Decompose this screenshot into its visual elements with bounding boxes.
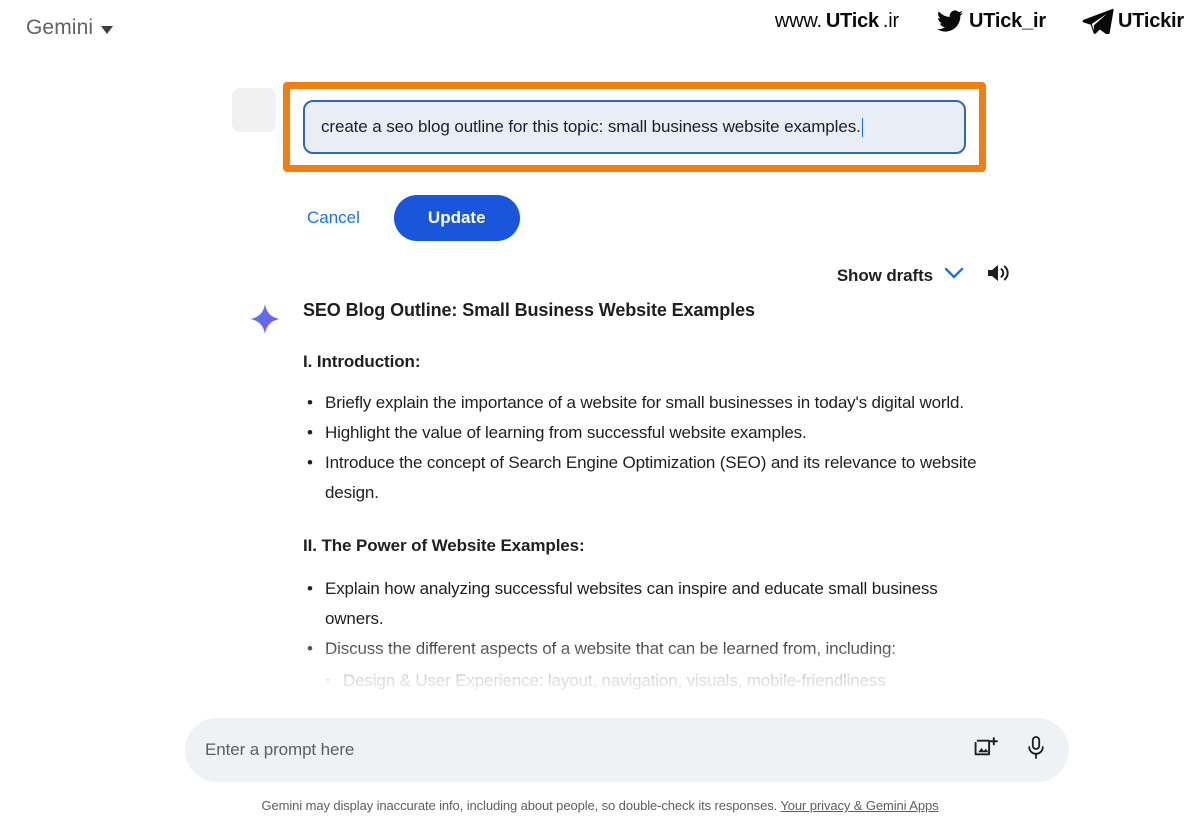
response-area: SEO Blog Outline: Small Business Website… [0,296,1200,716]
update-button[interactable]: Update [393,195,520,241]
microphone-icon [1025,735,1047,766]
add-image-icon [974,735,999,765]
model-name-label: Gemini [26,16,94,39]
prompt-input-placeholder: Enter a prompt here [205,740,355,759]
watermark-website: www. UTick .ir [775,10,899,33]
sparkle-icon [250,304,280,339]
text-cursor [861,117,864,137]
response-content: SEO Blog Outline: Small Business Website… [303,296,983,696]
user-avatar [232,88,276,132]
gemini-chat-page: Gemini www. UTick .ir UTick_ir UTickir c… [0,0,1200,827]
speaker-icon [986,262,1012,289]
app-header: Gemini www. UTick .ir UTick_ir UTickir [0,0,1200,56]
watermark-telegram: UTickir [1082,8,1184,34]
list-item: Introduce the concept of Search Engine O… [307,448,983,508]
prompt-input-bar[interactable]: Enter a prompt here [185,718,1069,782]
edit-prompt-value: create a seo blog outline for this topic… [321,117,861,136]
twitter-bird-icon [935,8,965,34]
chevron-down-icon [944,267,964,285]
model-switcher[interactable]: Gemini [26,16,114,40]
response-title: SEO Blog Outline: Small Business Website… [303,300,755,320]
edit-prompt-actions: Cancel Update [303,195,520,241]
watermark-telegram-handle: UTickir [1117,9,1184,32]
read-aloud-button[interactable] [986,262,1012,289]
cancel-button[interactable]: Cancel [303,200,364,236]
watermark-twitter: UTick_ir [935,8,1046,34]
prompt-bar-icons [974,735,1047,766]
watermark-twitter-handle: UTick_ir [968,9,1046,32]
telegram-plane-icon [1082,8,1114,34]
show-drafts-label: Show drafts [836,265,933,285]
watermark-website-suffix: .ir [882,9,899,32]
show-drafts-toggle[interactable]: Show drafts [837,266,964,286]
add-image-button[interactable] [974,735,999,765]
drafts-row: Show drafts [837,262,1012,289]
list-item: Design & User Experience: layout, naviga… [325,666,983,696]
disclaimer-text: Gemini may display inaccurate info, incl… [261,798,778,813]
chevron-down-icon [101,25,114,34]
list-item: Highlight the value of learning from suc… [307,418,983,448]
privacy-link[interactable]: Your privacy & Gemini Apps [780,798,938,813]
section-1-bullets: Briefly explain the importance of a webs… [303,388,983,508]
section-heading-1: I. Introduction: [303,352,421,371]
list-item: Explain how analyzing successful website… [307,574,983,634]
watermark-website-prefix: www. [774,9,822,32]
section-heading-2: II. The Power of Website Examples: [303,536,585,555]
section-2-nested-bullets: Design & User Experience: layout, naviga… [303,666,983,696]
watermark-website-brand: UTick [825,9,879,32]
watermark-overlay: www. UTick .ir UTick_ir UTickir [775,8,1184,34]
microphone-button[interactable] [1025,735,1047,766]
edit-prompt-input[interactable]: create a seo blog outline for this topic… [303,100,966,154]
section-2-bullets: Explain how analyzing successful website… [303,574,983,664]
footer-disclaimer: Gemini may display inaccurate info, incl… [0,798,1200,813]
list-item: Discuss the different aspects of a websi… [307,634,983,664]
list-item: Briefly explain the importance of a webs… [307,388,983,418]
